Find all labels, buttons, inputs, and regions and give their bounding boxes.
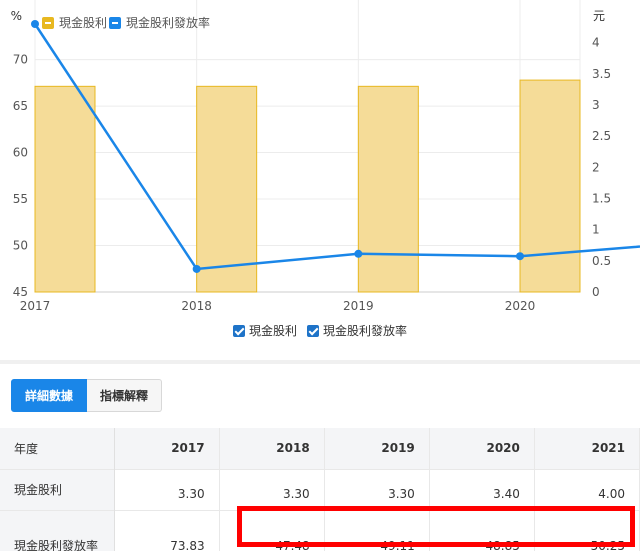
y-tick-label-right: 3.5 [592,67,611,81]
x-tick-label: 2018 [181,299,212,313]
bar [34,85,96,293]
table-cell: 4.00 [534,469,640,510]
table-cell: 3.30 [324,469,430,510]
bar [196,85,258,293]
header-year: 2019 [324,428,430,469]
checkbox-checked-icon[interactable] [232,324,245,337]
bar [519,79,581,293]
legend-label: 現金股利 [248,324,297,338]
bar [357,85,419,293]
table-header-row: 年度 2017 2018 2019 2020 2021 [0,428,640,469]
y-tick-label-right: 0.5 [592,254,611,268]
legend-label: 現金股利發放率 [323,324,408,338]
legend-item-payout-ratio[interactable]: 現金股利發放率 [307,322,407,339]
header-year: 2020 [429,428,535,469]
tab-explain[interactable]: 指標解釋 [87,379,163,412]
highlight-box [237,506,635,547]
tab-details[interactable]: 詳細數據 [11,379,88,412]
table-cell: 73.83 [114,510,220,551]
y-tick-label-left: 60 [13,146,28,160]
header-label: 年度 [0,428,115,469]
line-point [31,20,39,28]
line-point [516,252,524,261]
legend-top-label: 現金股利 [59,15,107,30]
x-tick-label: 2019 [343,299,374,313]
legend-item-dividend[interactable]: 現金股利 [232,322,297,339]
table-row: 現金股利 3.30 3.30 3.30 3.40 4.00 [0,469,640,510]
x-tick-label: 2020 [505,299,536,313]
y-tick-label-left: 50 [13,239,28,253]
x-tick-label: 2017 [20,299,51,313]
y-tick-label-right: 3 [592,98,600,112]
table-cell: 3.30 [219,469,325,510]
row-label: 現金股利發放率 [0,510,115,551]
y-axis-label-left: % [11,9,22,23]
line-point [354,249,363,258]
header-year: 2018 [219,428,325,469]
chart-legend-bottom: 現金股利 現金股利發放率 [0,322,640,339]
section-divider [0,360,640,364]
y-tick-label-left: 70 [13,53,28,67]
y-tick-label-right: 0 [592,285,600,299]
y-tick-label-right: 4 [592,36,600,50]
table-cell: 3.30 [114,469,220,510]
y-tick-label-right: 1 [592,223,600,237]
y-tick-label-left: 45 [13,285,28,299]
table-cell: 3.40 [429,469,535,510]
y-tick-label-right: 2.5 [592,129,611,143]
y-tick-label-left: 65 [13,99,28,113]
combo-chart: 45 50 55 60 65 70 0 0.5 1 1.5 2 2.5 3 3.5 4% 元 2017 2018 2… [11,0,640,313]
y-axis-label-right: 元 [593,9,605,23]
line-point [192,264,201,273]
y-tick-label-right: 1.5 [592,192,611,206]
header-year: 2017 [114,428,220,469]
row-label: 現金股利 [0,469,115,510]
legend-top-label: 現金股利發放率 [126,15,210,30]
tab-bar: 詳細數據 指標解釋 [11,379,163,412]
y-tick-label-right: 2 [592,160,600,174]
checkbox-checked-icon[interactable] [307,324,319,337]
header-year: 2021 [534,428,640,469]
y-tick-label-left: 55 [13,192,28,206]
